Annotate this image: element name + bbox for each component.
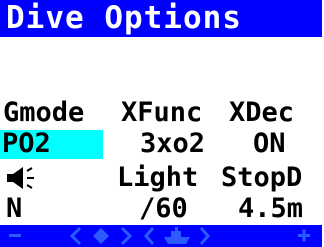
speaker-icon [7, 167, 34, 189]
stopd-label: StopD [221, 162, 303, 193]
gmode-label: Gmode [3, 97, 85, 128]
dive-computer-screen: Dive Options Gmode XFunc XDec PO2 3xo2 O… [0, 0, 324, 247]
dive-boat-icon[interactable] [142, 225, 212, 247]
speaker-value[interactable]: N [6, 194, 22, 224]
screen-title: Dive Options [6, 0, 242, 36]
xfunc-label: XFunc [121, 97, 203, 128]
stopd-value[interactable]: 4.5m [238, 194, 303, 224]
xfunc-value[interactable]: 3xo2 [140, 129, 205, 159]
light-value[interactable]: /60 [139, 194, 188, 224]
title-bar: Dive Options [0, 0, 322, 37]
xdec-value[interactable]: ON [253, 129, 286, 159]
adjust-diamond-icon[interactable] [68, 225, 134, 247]
xdec-label: XDec [229, 97, 295, 128]
gmode-value[interactable]: PO2 [2, 129, 51, 159]
plus-icon[interactable] [292, 225, 316, 247]
light-label: Light [117, 162, 199, 193]
softkey-bar [0, 225, 322, 247]
minus-icon[interactable] [4, 225, 28, 247]
